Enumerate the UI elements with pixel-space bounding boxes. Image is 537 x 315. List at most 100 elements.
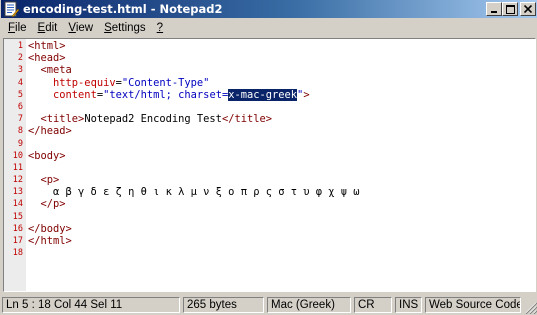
code-token: <head> xyxy=(28,52,66,65)
code-token: http-equiv xyxy=(53,76,116,89)
status-line-ending[interactable]: CR xyxy=(354,296,392,313)
code-line[interactable]: 6 xyxy=(4,101,535,113)
code-text: </head> xyxy=(28,125,72,137)
line-number: 16 xyxy=(12,223,23,234)
code-line[interactable]: 2 <head> xyxy=(4,52,535,64)
line-number: 13 xyxy=(12,187,23,198)
menu-file[interactable]: File xyxy=(3,22,33,34)
notepad2-window: encoding-test.html - Notepad2 File Edit … xyxy=(0,0,537,315)
code-editor[interactable]: 1 <html> 2 <head> 3 <meta 4 http-equiv="Conte… xyxy=(3,38,536,292)
close-button[interactable] xyxy=(520,2,536,16)
line-number: 18 xyxy=(12,248,23,259)
menu-settings[interactable]: Settings xyxy=(99,22,152,34)
line-number: 6 xyxy=(17,101,23,112)
code-text: <body> xyxy=(28,150,66,162)
code-line[interactable]: 5 content="text/html; charset=x-mac-gree… xyxy=(4,88,535,101)
code-token: > xyxy=(303,88,310,101)
line-number: 11 xyxy=(12,162,23,173)
line-number: 7 xyxy=(17,114,23,125)
code-text: </p> xyxy=(28,198,66,210)
code-line[interactable]: 7 <title>Notepad2 Encoding Test</title> xyxy=(4,113,535,125)
code-text: content="text/html; charset=x-mac-greek"… xyxy=(28,88,310,101)
status-syntax-scheme[interactable]: Web Source Code xyxy=(425,296,521,313)
code-token: α β γ δ ε ζ η θ ι κ λ μ ν ξ ο π ρ ς σ τ … xyxy=(28,186,360,199)
code-text: </body> xyxy=(28,223,72,235)
caption-buttons xyxy=(486,2,536,16)
code-line[interactable]: 16 </body> xyxy=(4,223,535,235)
code-token: </head> xyxy=(28,125,72,138)
code-token: content xyxy=(53,88,97,101)
code-line[interactable]: 11 xyxy=(4,162,535,174)
line-number: 10 xyxy=(12,150,23,161)
code-line[interactable]: 8 </head> xyxy=(4,125,535,137)
code-text: </html> xyxy=(28,235,72,247)
code-token: "text/html; charset= xyxy=(103,88,229,101)
line-number: 15 xyxy=(12,211,23,222)
code-line[interactable]: 17 </html> xyxy=(4,235,535,247)
code-line[interactable]: 15 xyxy=(4,211,535,223)
code-token: <title> xyxy=(40,113,85,126)
status-file-size: 265 bytes xyxy=(183,296,264,313)
code-text: <head> xyxy=(28,52,66,64)
code-token: </body> xyxy=(28,222,72,235)
code-token: </p> xyxy=(40,198,66,211)
code-token: </title> xyxy=(221,113,272,126)
code-token: <body> xyxy=(28,149,66,162)
code-token: <p> xyxy=(40,174,60,187)
maximize-button[interactable] xyxy=(502,2,518,16)
line-number: 1 xyxy=(17,41,23,51)
status-insert-mode[interactable]: INS xyxy=(395,296,422,313)
code-text: <meta xyxy=(28,64,72,76)
code-token: Notepad2 Encoding Test xyxy=(84,113,222,126)
resize-grip-icon[interactable] xyxy=(525,302,537,314)
editor-lines: 1 <html> 2 <head> 3 <meta 4 http-equiv="Conte… xyxy=(4,40,535,259)
code-token: <html> xyxy=(28,40,66,52)
line-number: 4 xyxy=(17,77,23,88)
menu-bar: File Edit View Settings ? xyxy=(1,18,537,37)
code-text: α β γ δ ε ζ η θ ι κ λ μ ν ξ ο π ρ ς σ τ … xyxy=(28,186,360,198)
status-bar: Ln 5 : 18 Col 44 Sel 11 265 bytes Mac (G… xyxy=(1,294,537,315)
minimize-icon xyxy=(491,11,497,13)
line-number: 5 xyxy=(17,89,23,100)
minimize-button[interactable] xyxy=(486,2,502,16)
code-line[interactable]: 9 xyxy=(4,138,535,150)
line-number: 17 xyxy=(12,236,23,246)
window-title: encoding-test.html - Notepad2 xyxy=(23,2,223,16)
line-number: 8 xyxy=(17,126,23,137)
line-number: 14 xyxy=(12,199,23,210)
code-token: "Content-Type" xyxy=(121,76,210,89)
maximize-icon xyxy=(505,4,515,14)
notepad-app-icon[interactable] xyxy=(3,1,19,17)
menu-view[interactable]: View xyxy=(63,22,99,34)
line-number: 9 xyxy=(17,138,23,149)
code-text: <p> xyxy=(28,174,60,187)
code-line[interactable]: 3 <meta xyxy=(4,64,535,76)
menu-help[interactable]: ? xyxy=(152,22,169,34)
code-line[interactable]: 4 http-equiv="Content-Type" xyxy=(4,77,535,89)
code-line[interactable]: 12 <p> xyxy=(4,174,535,186)
close-icon xyxy=(524,5,532,13)
status-position: Ln 5 : 18 Col 44 Sel 11 xyxy=(2,296,180,313)
code-line[interactable]: 1 <html> xyxy=(4,40,535,52)
code-line[interactable]: 10 <body> xyxy=(4,150,535,162)
code-line[interactable]: 14 </p> xyxy=(4,198,535,210)
line-number: 3 xyxy=(17,65,23,76)
code-text: <title>Notepad2 Encoding Test</title> xyxy=(28,113,272,125)
line-number: 2 xyxy=(17,53,23,64)
code-text: <html> xyxy=(28,40,66,52)
code-line[interactable]: 13 α β γ δ ε ζ η θ ι κ λ μ ν ξ ο π ρ ς σ… xyxy=(4,186,535,198)
code-token: </html> xyxy=(28,235,72,247)
selected-text: x-mac-greek xyxy=(228,88,298,101)
title-bar[interactable]: encoding-test.html - Notepad2 xyxy=(1,0,537,18)
menu-edit[interactable]: Edit xyxy=(33,22,64,34)
code-line[interactable]: 18 xyxy=(4,247,535,259)
status-encoding[interactable]: Mac (Greek) xyxy=(267,296,351,313)
code-token: <meta xyxy=(40,64,72,77)
code-text: http-equiv="Content-Type" xyxy=(28,77,209,89)
